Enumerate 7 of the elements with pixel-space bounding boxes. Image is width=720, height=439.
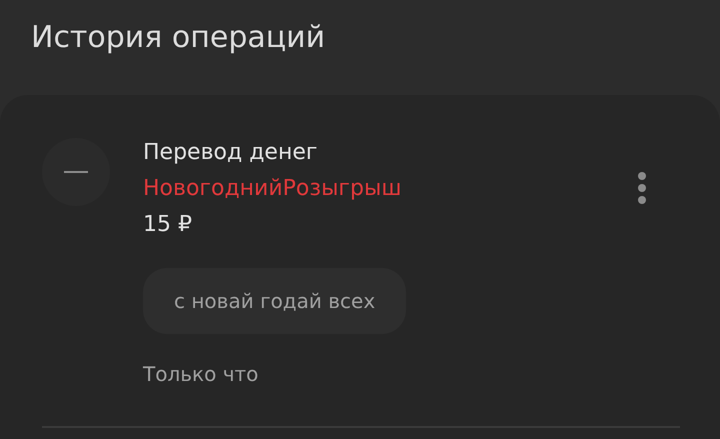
operation-amount: 15 ₽ xyxy=(143,211,192,239)
recipient-name[interactable]: НовогоднийРозыгрыш xyxy=(143,170,402,208)
operation-title: Перевод денег xyxy=(143,139,318,167)
more-icon[interactable] xyxy=(637,171,647,205)
page-title: История операций xyxy=(31,19,326,57)
operation-time: Только что xyxy=(143,362,258,386)
comment-bubble: с новай годай всех xyxy=(143,268,406,334)
